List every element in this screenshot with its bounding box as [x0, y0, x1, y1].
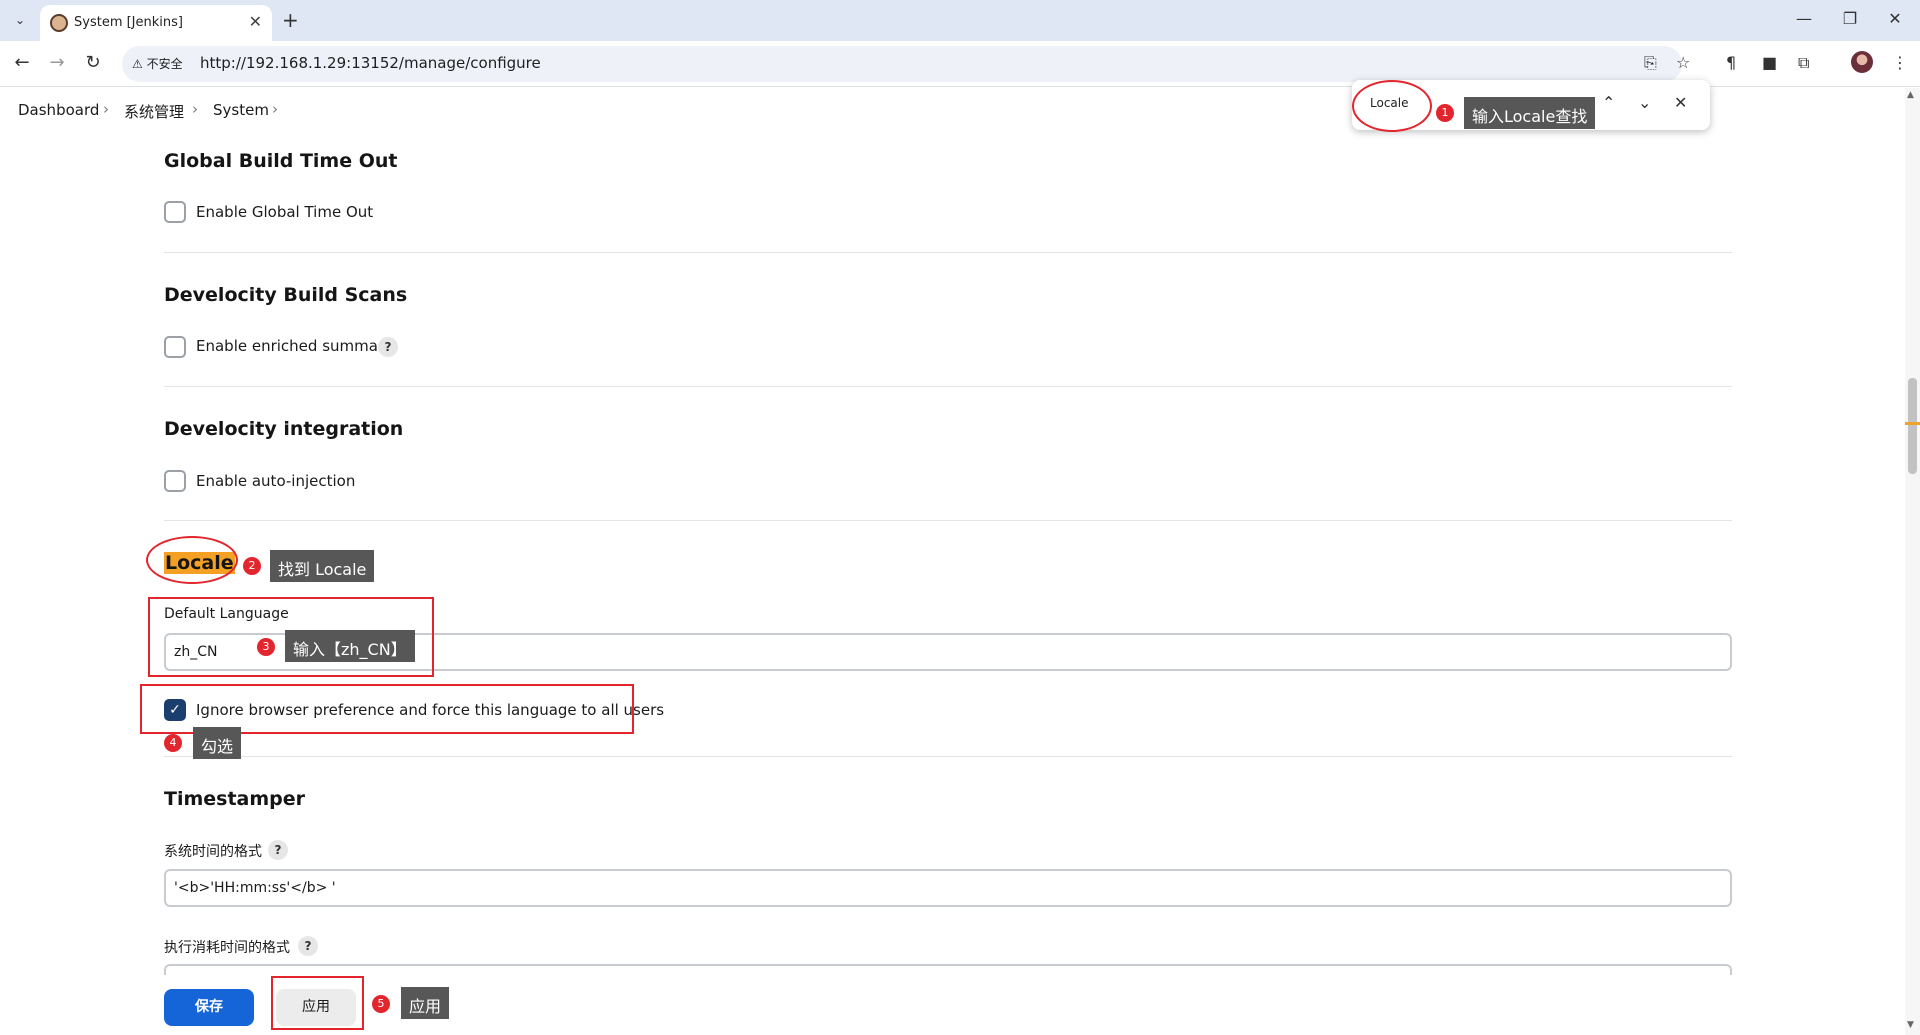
help-icon[interactable]: ? [268, 840, 288, 860]
browser-tab[interactable]: System [Jenkins] ✕ [40, 5, 272, 41]
annotation-number-4: 4 [164, 734, 182, 752]
annotation-number-5: 5 [372, 995, 390, 1013]
scroll-up-icon[interactable]: ▲ [1907, 90, 1914, 100]
annotation-number-1: 1 [1436, 104, 1454, 122]
section-title-global-timeout: Global Build Time Out [164, 150, 398, 172]
page-scrollbar[interactable]: ▲ ▼ [1905, 88, 1920, 1035]
section-title-develocity-integration: Develocity integration [164, 418, 404, 440]
enriched-summary-label[interactable]: Enable enriched summary [196, 337, 393, 355]
security-label: 不安全 [146, 57, 183, 71]
section-title-timestamper: Timestamper [164, 788, 306, 810]
annotation-label-1: 输入Locale查找 [1464, 97, 1596, 129]
annotation-label-3: 输入【zh_CN】 [285, 630, 415, 662]
annotation-label-4: 勾选 [193, 727, 242, 759]
breadcrumb-system[interactable]: System [213, 101, 269, 119]
enriched-summary-checkbox[interactable] [164, 336, 186, 358]
global-timeout-label[interactable]: Enable Global Time Out [196, 203, 373, 221]
jenkins-favicon-icon [50, 14, 68, 32]
breadcrumb-chevron-icon: › [192, 100, 198, 118]
find-previous-icon[interactable]: ⌃ [1602, 93, 1615, 112]
security-warning[interactable]: ⚠ 不安全 [132, 55, 183, 72]
find-next-icon[interactable]: ⌄ [1638, 93, 1651, 112]
url-text[interactable]: http://192.168.1.29:13152/manage/configu… [200, 54, 541, 72]
annotation-number-2: 2 [243, 557, 261, 575]
system-time-format-input[interactable]: '<b>'HH:mm:ss'</b> ' [164, 869, 1732, 907]
tab-title: System [Jenkins] [74, 15, 183, 30]
address-bar[interactable]: ⚠ 不安全 http://192.168.1.29:13152/manage/c… [122, 46, 1690, 82]
back-arrow-icon[interactable]: ← [11, 52, 33, 73]
breadcrumb-manage[interactable]: 系统管理 [124, 101, 184, 122]
extension-game-icon[interactable]: ■ [1762, 53, 1777, 72]
find-match-marker [1905, 422, 1920, 425]
extension-pilcrow-icon[interactable]: ¶ [1726, 53, 1736, 72]
window-close-icon[interactable]: ✕ [1885, 9, 1905, 28]
minimize-icon[interactable]: — [1794, 9, 1814, 28]
profile-avatar[interactable] [1851, 51, 1873, 73]
find-close-icon[interactable]: ✕ [1674, 93, 1687, 112]
browser-menu-icon[interactable]: ⋮ [1892, 53, 1908, 72]
forward-arrow-icon[interactable]: → [46, 52, 68, 73]
restore-icon[interactable]: ❐ [1840, 9, 1860, 28]
system-time-format-label: 系统时间的格式 [164, 844, 262, 860]
bookmark-star-icon[interactable]: ☆ [1676, 53, 1690, 72]
tab-search-chevron-icon[interactable]: ⌄ [8, 8, 32, 32]
annotation-label-2: 找到 Locale [270, 550, 375, 582]
auto-injection-label[interactable]: Enable auto-injection [196, 472, 355, 490]
breadcrumb-chevron-icon: › [103, 100, 109, 118]
global-timeout-checkbox[interactable] [164, 201, 186, 223]
save-button[interactable]: 保存 [164, 989, 254, 1026]
annotation-box-apply [271, 976, 364, 1030]
annotation-ellipse-locale [146, 536, 238, 584]
section-title-develocity-scans: Develocity Build Scans [164, 284, 408, 306]
translate-page-icon[interactable]: ⎘ [1644, 53, 1657, 73]
extensions-puzzle-icon[interactable]: ⧉ [1798, 53, 1809, 73]
scroll-down-icon[interactable]: ▼ [1907, 1020, 1914, 1030]
help-icon[interactable]: ? [298, 936, 318, 956]
scroll-thumb[interactable] [1908, 378, 1917, 474]
annotation-number-3: 3 [257, 638, 275, 656]
divider [164, 520, 1732, 521]
divider [164, 252, 1732, 253]
breadcrumb-chevron-icon: › [272, 100, 278, 118]
new-tab-plus-icon[interactable]: + [282, 8, 299, 32]
divider [164, 386, 1732, 387]
elapsed-time-format-label: 执行消耗时间的格式 [164, 940, 290, 956]
breadcrumb-dashboard[interactable]: Dashboard [18, 101, 99, 119]
tab-strip: ⌄ System [Jenkins] ✕ + — ❐ ✕ [0, 0, 1920, 41]
tab-close-icon[interactable]: ✕ [249, 12, 262, 31]
auto-injection-checkbox[interactable] [164, 470, 186, 492]
annotation-ellipse-find [1352, 80, 1432, 132]
divider [164, 756, 1732, 757]
annotation-label-5: 应用 [401, 987, 450, 1019]
reload-icon[interactable]: ↻ [82, 52, 104, 73]
help-icon[interactable]: ? [378, 337, 398, 357]
